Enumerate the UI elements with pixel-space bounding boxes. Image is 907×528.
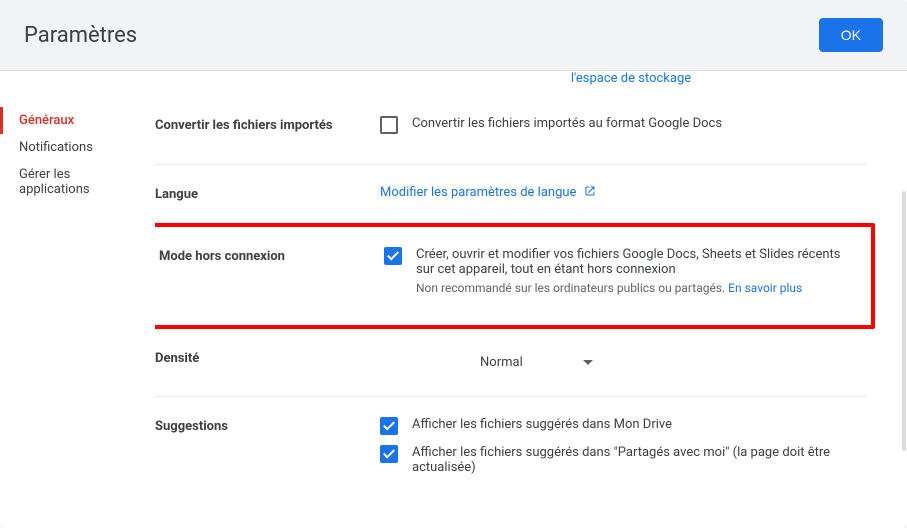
- main-panel: l'espace de stockage Convertir les fichi…: [155, 71, 907, 528]
- convert-checkbox[interactable]: [380, 116, 398, 134]
- convert-section: Convertir les fichiers importés Converti…: [155, 96, 867, 165]
- suggestions-shared-checkbox[interactable]: [380, 445, 398, 463]
- sidebar-item-label: Gérer les applications: [19, 167, 90, 197]
- scrollbar[interactable]: [902, 191, 906, 451]
- storage-section: l'espace de stockage: [155, 71, 867, 96]
- offline-description: Créer, ouvrir et modifier vos fichiers G…: [416, 247, 861, 277]
- dialog-title: Paramètres: [24, 23, 137, 48]
- sidebar-item-notifications[interactable]: Notifications: [0, 134, 155, 161]
- convert-option-text: Convertir les fichiers importés au forma…: [412, 116, 722, 131]
- offline-note: Non recommandé sur les ordinateurs publi…: [416, 281, 861, 295]
- suggestions-opt2-text: Afficher les fichiers suggérés dans "Par…: [412, 445, 867, 475]
- offline-checkbox[interactable]: [384, 247, 402, 265]
- suggestions-opt1-text: Afficher les fichiers suggérés dans Mon …: [412, 417, 672, 432]
- suggestions-mydrive-checkbox[interactable]: [380, 417, 398, 435]
- language-section: Langue Modifier les paramètres de langue: [155, 165, 867, 223]
- offline-section: Mode hors connexion Créer, ouvrir et mod…: [155, 223, 875, 329]
- external-link-icon: [584, 185, 596, 197]
- chevron-down-icon: [583, 360, 593, 365]
- density-label: Densité: [155, 349, 380, 376]
- ok-button[interactable]: OK: [819, 18, 883, 52]
- suggestions-label: Suggestions: [155, 417, 380, 485]
- sidebar-item-general[interactable]: Généraux: [0, 107, 155, 134]
- sidebar-item-label: Notifications: [19, 140, 93, 155]
- dialog-header: Paramètres OK: [0, 0, 907, 71]
- convert-label: Convertir les fichiers importés: [155, 116, 380, 144]
- settings-dialog: Paramètres OK Généraux Notifications Gér…: [0, 0, 907, 528]
- sidebar-item-manage-apps[interactable]: Gérer les applications: [0, 161, 155, 203]
- sidebar-item-label: Généraux: [19, 113, 74, 128]
- language-settings-link[interactable]: Modifier les paramètres de langue: [380, 185, 596, 200]
- storage-link[interactable]: l'espace de stockage: [571, 71, 691, 86]
- density-section: Densité Normal: [155, 329, 867, 397]
- dialog-body: Généraux Notifications Gérer les applica…: [0, 71, 907, 528]
- offline-label: Mode hors connexion: [159, 247, 384, 305]
- suggestions-section: Suggestions Afficher les fichiers suggér…: [155, 397, 867, 505]
- offline-text-block: Créer, ouvrir et modifier vos fichiers G…: [416, 247, 861, 295]
- density-value: Normal: [480, 355, 523, 370]
- density-dropdown[interactable]: Normal: [470, 349, 603, 376]
- language-label: Langue: [155, 185, 380, 202]
- offline-learn-more-link[interactable]: En savoir plus: [728, 281, 802, 295]
- sidebar: Généraux Notifications Gérer les applica…: [0, 71, 155, 528]
